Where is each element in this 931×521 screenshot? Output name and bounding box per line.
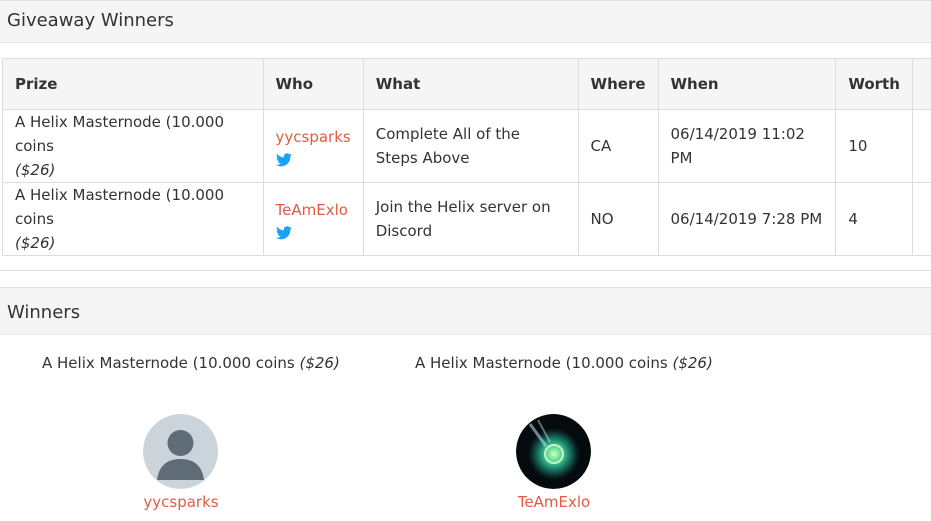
when-cell: 06/14/2019 11:02 PM: [657, 109, 837, 183]
winner-prize: A Helix Masternode (10.000 coins ($26): [415, 354, 713, 372]
column-header-who[interactable]: Who: [262, 58, 364, 110]
winner-prize-text: A Helix Masternode (10.000 coins: [415, 354, 668, 372]
where-cell: NO: [577, 182, 659, 256]
prize-text: A Helix Masternode (10.000 coins: [15, 186, 225, 228]
winner-prize: A Helix Masternode (10.000 coins ($26): [42, 354, 340, 372]
twitter-icon[interactable]: [275, 153, 292, 167]
who-cell: yycsparks: [262, 109, 364, 183]
column-header-what[interactable]: What: [362, 58, 579, 110]
winner-prize-value: ($26): [299, 354, 340, 372]
column-header-prize[interactable]: Prize: [2, 58, 264, 110]
what-cell: Complete All of the Steps Above: [362, 109, 579, 183]
section-divider: [0, 270, 931, 271]
spacer-cell: [911, 182, 931, 256]
prize-cell: A Helix Masternode (10.000 coins ($26): [2, 109, 264, 183]
winner-username-link[interactable]: TeAmExlo: [474, 493, 634, 511]
prize-text: A Helix Masternode (10.000 coins: [15, 113, 225, 155]
prize-value: ($26): [15, 161, 56, 179]
prize-cell: A Helix Masternode (10.000 coins ($26): [2, 182, 264, 256]
twitter-icon[interactable]: [275, 226, 292, 240]
giveaway-winners-title: Giveaway Winners: [7, 10, 174, 31]
giveaway-winners-table: Prize Who What Where When Worth A Helix …: [2, 58, 931, 256]
green-orb-image: [516, 414, 591, 489]
winner-prize-value: ($26): [672, 354, 713, 372]
column-header-spacer: [911, 58, 931, 110]
winners-header: Winners: [0, 287, 931, 335]
who-cell: TeAmExlo: [262, 182, 364, 256]
prize-value: ($26): [15, 234, 56, 252]
winners-title: Winners: [7, 302, 81, 323]
worth-cell: 4: [835, 182, 913, 256]
user-silhouette-icon: [143, 414, 218, 489]
where-cell: CA: [577, 109, 659, 183]
giveaway-winners-header: Giveaway Winners: [0, 0, 931, 43]
winner-prize-text: A Helix Masternode (10.000 coins: [42, 354, 295, 372]
table-header-row: Prize Who What Where When Worth: [2, 58, 931, 110]
spacer-cell: [911, 109, 931, 183]
when-cell: 06/14/2019 7:28 PM: [657, 182, 837, 256]
default-user-avatar[interactable]: [143, 414, 218, 489]
green-orb-avatar[interactable]: [516, 414, 591, 489]
winner-username-link[interactable]: yycsparks: [101, 493, 261, 511]
table-row: A Helix Masternode (10.000 coins ($26) y…: [2, 109, 931, 183]
column-header-where[interactable]: Where: [577, 58, 659, 110]
column-header-worth[interactable]: Worth: [835, 58, 913, 110]
winner-name-link[interactable]: TeAmExlo: [276, 201, 348, 219]
table-row: A Helix Masternode (10.000 coins ($26) T…: [2, 182, 931, 256]
column-header-when[interactable]: When: [657, 58, 837, 110]
winner-name-link[interactable]: yycsparks: [276, 128, 351, 146]
what-cell: Join the Helix server on Discord: [362, 182, 579, 256]
worth-cell: 10: [835, 109, 913, 183]
